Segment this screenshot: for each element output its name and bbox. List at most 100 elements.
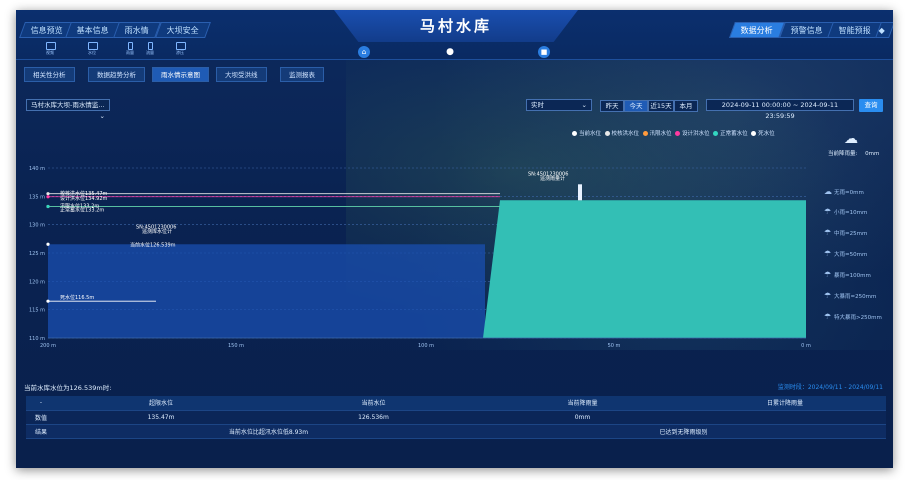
level-label: 死水位116.5m: [60, 294, 94, 301]
legend-dot: [572, 131, 577, 136]
table-header: 超限水位: [56, 396, 266, 411]
table-header: -: [26, 396, 56, 411]
dam-body: [483, 200, 806, 338]
cloud-icon: ☁: [844, 131, 858, 147]
range-month[interactable]: 本月: [674, 100, 698, 112]
legend: 当前水位 校核洪水位 汛限水位 设计洪水位 正常蓄水位 死水位: [572, 129, 775, 139]
table-header-row: - 超限水位 当前水位 当前降雨量 日累计降雨量: [26, 396, 886, 411]
level-dot: [46, 195, 50, 199]
y-tick-label: 140 m: [29, 166, 45, 172]
rainfall-icon[interactable]: [128, 42, 133, 50]
sensor-name: 遥测库水位计: [142, 228, 172, 235]
more-icon[interactable]: ◆: [875, 22, 893, 38]
cloud-rain-icon: ☂: [824, 270, 832, 279]
cloud-storm-icon: ☂: [824, 291, 832, 300]
subtab-dam-line[interactable]: 大坝受洪线: [216, 67, 267, 82]
water-level-chart: 140 m135 m130 m125 m120 m115 m110 m校核洪水位…: [29, 166, 811, 349]
rain-level-extreme: ☂ 特大暴雨>250mm: [824, 312, 882, 321]
subtab-correlation[interactable]: 相关性分析: [24, 67, 75, 82]
legend-dot: [751, 131, 757, 136]
table-header: 当前水位: [266, 396, 481, 411]
subtab-trend[interactable]: 数据趋势分析: [88, 67, 145, 82]
flow-icon[interactable]: [148, 42, 153, 50]
top-header: 信息预览 基本信息 雨水情 大坝安全 视频 水位 雨量 流量 渗压 马村水库 ⌂…: [16, 10, 893, 60]
rain-level-none: ☁ 无雨=0mm: [824, 187, 864, 196]
home-icon[interactable]: ⌂: [358, 46, 370, 58]
cloud-rain-icon: ☂: [824, 249, 832, 258]
cloud-rain-icon: ☂: [824, 228, 832, 237]
tab-alert-info[interactable]: 预警信息: [779, 22, 835, 38]
cloud-icon: ☁: [824, 187, 832, 196]
legend-item-normal: 正常蓄水位: [713, 131, 748, 137]
rain-level-moderate: ☂ 中雨=25mm: [824, 228, 868, 237]
y-tick-label: 120 m: [29, 279, 45, 285]
page-title: 马村水库: [419, 17, 492, 35]
range-yesterday[interactable]: 昨天: [600, 100, 624, 112]
station-select[interactable]: 马村水库大坝-雨水情监... ⌄: [26, 99, 110, 120]
y-tick-label: 125 m: [29, 251, 45, 257]
app-window: 信息预览 基本信息 雨水情 大坝安全 视频 水位 雨量 流量 渗压 马村水库 ⌂…: [16, 10, 893, 468]
chevron-down-icon: ⌄: [99, 112, 105, 120]
monitor-period: 监测时段：2024/09/11 - 2024/09/11: [777, 384, 883, 391]
location-pin-icon[interactable]: ●: [444, 46, 456, 58]
dam-sensor-name: 遥测雨量计: [540, 175, 565, 182]
tab-dam-safety[interactable]: 大坝安全: [155, 22, 211, 38]
reservoir-water: [48, 244, 485, 338]
lock-icon[interactable]: ■: [538, 46, 550, 58]
mode-select-value: 实时: [531, 101, 544, 109]
tab-rain-water[interactable]: 雨水情: [113, 22, 161, 38]
query-button[interactable]: 查询: [859, 99, 883, 112]
tab-data-analysis[interactable]: 数据分析: [729, 22, 785, 38]
row-head: 结果: [26, 424, 56, 439]
rain-level-heavy-storm: ☂ 大暴雨=250mm: [824, 291, 877, 300]
level-dot: [46, 299, 50, 303]
video-icon[interactable]: [46, 42, 56, 50]
mini-label-seepage: 渗压: [176, 50, 184, 55]
table-cell: 已达到无降雨级别: [481, 424, 886, 439]
x-tick-label: 50 m: [608, 343, 621, 349]
chevron-down-icon: ⌄: [581, 101, 587, 109]
range-15days[interactable]: 近15天: [648, 100, 674, 112]
rain-gauge-icon: [578, 184, 582, 201]
level-dot: [46, 204, 50, 209]
table-row: 数值 135.47m 126.536m 0mm: [26, 410, 886, 425]
table-cell: 当前水位比超汛水位低8.93m: [56, 424, 481, 439]
water-level-icon[interactable]: [88, 42, 98, 50]
y-tick-label: 110 m: [29, 336, 45, 342]
table-header: 日累计降雨量: [684, 396, 886, 411]
mini-label-water: 水位: [88, 50, 96, 55]
legend-dot: [604, 131, 610, 136]
tab-basic-info[interactable]: 基本信息: [65, 22, 121, 38]
summary-text: 当前水库水位为126.539m时:: [24, 384, 112, 392]
x-tick-label: 200 m: [40, 343, 56, 349]
mini-label-flow: 流量: [146, 50, 154, 55]
y-tick-label: 130 m: [29, 223, 45, 229]
mode-select[interactable]: 实时 ⌄: [526, 99, 592, 111]
range-today[interactable]: 今天: [624, 100, 648, 112]
legend-dot: [642, 131, 648, 136]
x-tick-label: 100 m: [418, 343, 434, 349]
mini-label-video: 视频: [46, 50, 54, 55]
level-label: 设计洪水位134.92m: [60, 195, 107, 202]
subtab-report[interactable]: 监测报表: [280, 67, 324, 82]
x-tick-label: 0 m: [801, 343, 811, 349]
station-select-value: 马村水库大坝-雨水情监...: [31, 101, 105, 109]
level-label: 当前水位126.539m: [130, 241, 176, 248]
subtab-rain-diagram[interactable]: 雨水情示意图: [152, 67, 209, 82]
y-tick-label: 135 m: [29, 194, 45, 200]
level-dot: [46, 242, 50, 246]
legend-item-check: 校核洪水位: [604, 131, 639, 137]
level-label: 正常蓄水位133.2m: [60, 207, 104, 214]
legend-item-current: 当前水位: [572, 131, 601, 137]
legend-dot: [675, 131, 681, 136]
date-range-picker[interactable]: 2024-09-11 00:00:00 ~ 2024-09-11 23:59:5…: [706, 99, 854, 120]
mini-label-rain: 雨量: [126, 50, 134, 55]
legend-item-flood-limit: 汛限水位: [642, 131, 672, 137]
seepage-icon[interactable]: [176, 42, 186, 50]
cloud-rain-icon: ☂: [824, 207, 832, 216]
x-tick-label: 150 m: [228, 343, 244, 349]
y-tick-label: 115 m: [29, 308, 45, 314]
tab-smart-forecast[interactable]: 智能预报: [827, 22, 883, 38]
table-row: 结果 当前水位比超汛水位低8.93m 已达到无降雨级别: [26, 424, 886, 439]
cloud-storm-icon: ☂: [824, 312, 832, 321]
